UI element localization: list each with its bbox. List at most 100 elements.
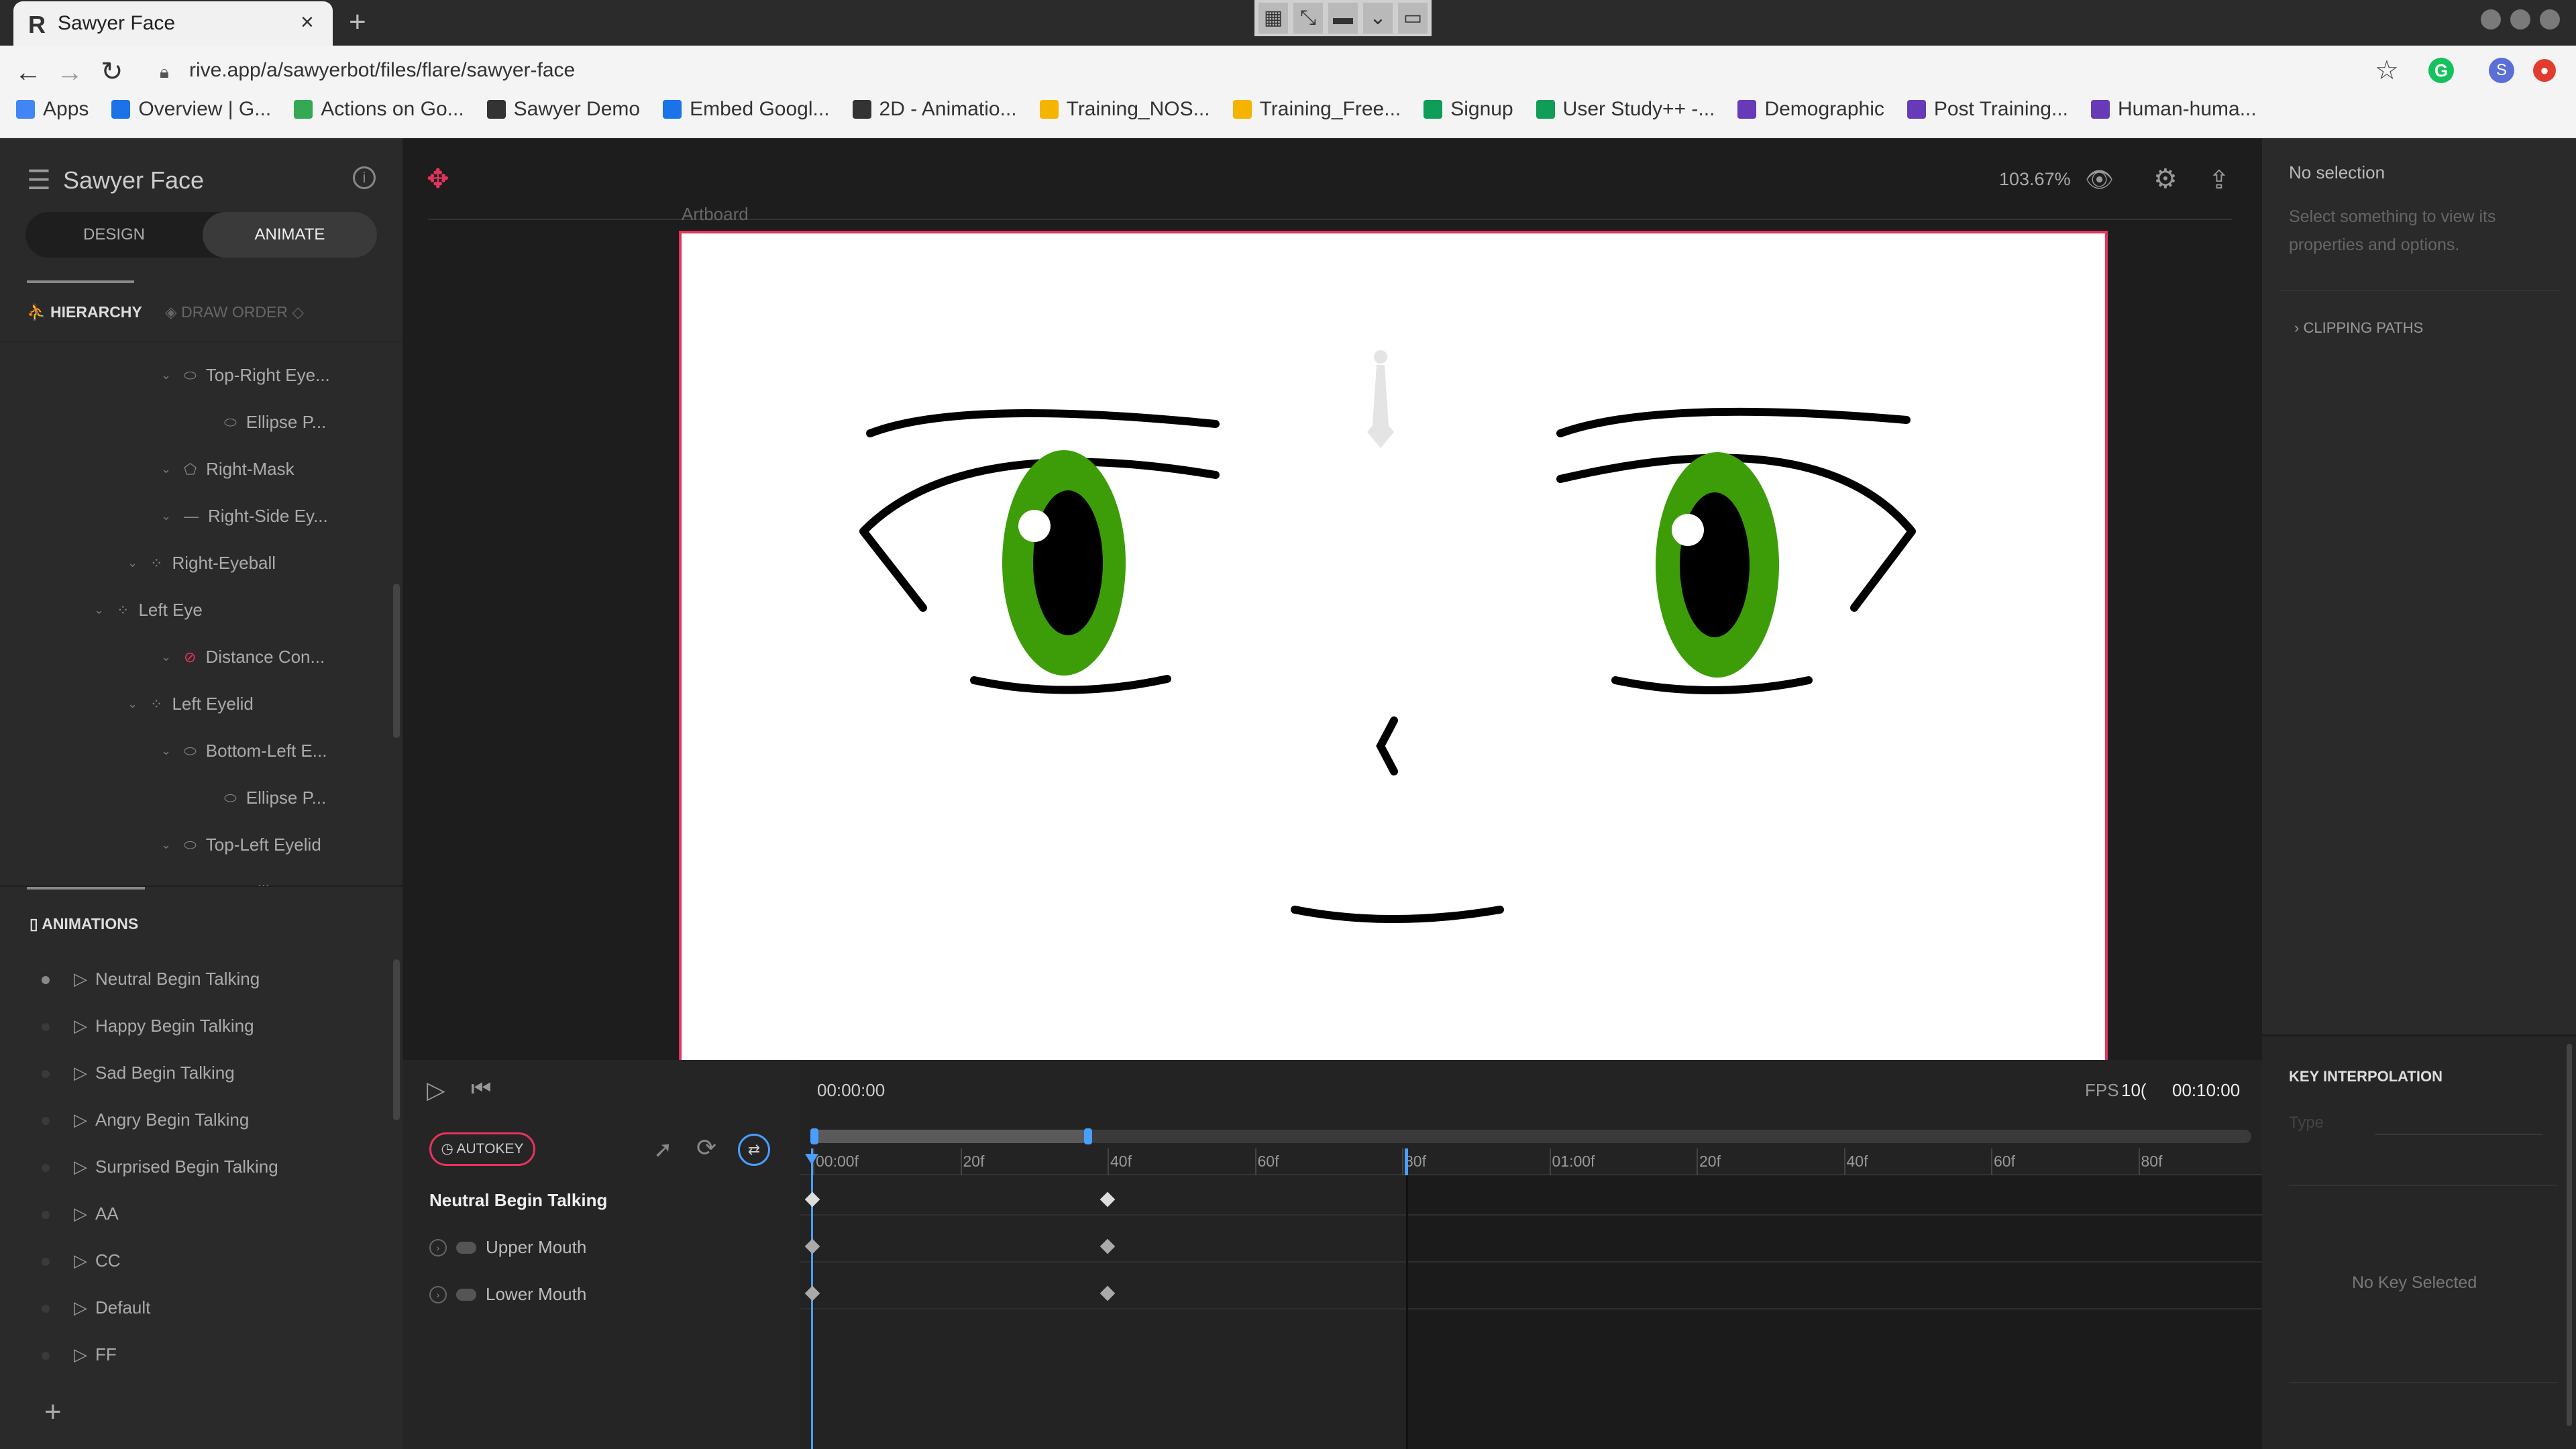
chevron-down-icon[interactable]: ⌄ (94, 603, 107, 617)
hierarchy-item[interactable]: ⌄ ⁘ Left Eyelid (127, 694, 254, 714)
eye-icon[interactable]: 👁︎ (2085, 166, 2114, 193)
animation-item[interactable]: ▷ Default (42, 1297, 150, 1318)
tab-hierarchy[interactable]: ⛹ HIERARCHY (27, 303, 142, 321)
tab-draw-order[interactable]: ◈ DRAW ORDER ◇ (165, 303, 304, 321)
zoom-level[interactable]: 103.67% (1999, 169, 2071, 190)
reload-icon[interactable]: ↻ (101, 56, 123, 87)
animation-item[interactable]: ▷ Surprised Begin Talking (42, 1157, 278, 1177)
animation-item[interactable]: ▷ Neutral Begin Talking (42, 969, 260, 989)
expand-icon[interactable]: › (429, 1238, 447, 1256)
hierarchy-item[interactable]: ⌄ ⬭ Bottom-Left E... (161, 741, 327, 761)
browser-tab[interactable]: R Sawyer Face × (13, 1, 333, 46)
chevron-down-icon[interactable]: ⌄ (161, 509, 174, 523)
new-tab-button[interactable]: + (349, 5, 366, 39)
bookmark-item[interactable]: Post Training... (1907, 98, 2068, 121)
hierarchy-item[interactable]: ⌄ ⁘ Left Eye (94, 600, 203, 621)
minimize-icon[interactable]: ▬ (1328, 3, 1358, 34)
close-tab-icon[interactable]: × (301, 9, 314, 36)
grid-icon[interactable]: ▦ (1258, 3, 1288, 34)
export-icon[interactable]: ⇪ (2208, 165, 2230, 195)
bookmark-item[interactable]: Embed Googl... (663, 98, 830, 121)
hierarchy-item[interactable]: ⬭ Ellipse P... (201, 412, 326, 433)
add-animation-button[interactable]: + (44, 1395, 62, 1429)
playhead-handle[interactable] (805, 1154, 818, 1165)
bookmark-item[interactable]: Signup (1424, 98, 1513, 121)
clipping-paths-section[interactable]: › CLIPPING PATHS (2294, 319, 2423, 337)
chevron-down-icon[interactable]: ⌄ (161, 368, 174, 382)
bookmark-item[interactable]: 2D - Animatio... (852, 98, 1017, 121)
hierarchy-item[interactable]: ⌄ — Right-Side Ey... (161, 506, 328, 527)
maximize-window-button[interactable] (2510, 9, 2530, 30)
bookmark-item[interactable]: Training_NOS... (1039, 98, 1210, 121)
time-ruler[interactable] (800, 1148, 2262, 1175)
hierarchy-item[interactable]: ⌄ ⁘ Right-Eyeball (127, 553, 276, 574)
current-time[interactable]: 00:00:00 (817, 1080, 885, 1101)
animation-item[interactable]: ▷ CC (42, 1250, 121, 1271)
display-icon[interactable]: ▭ (1398, 3, 1428, 34)
bookmark-item[interactable]: Apps (16, 98, 89, 121)
design-mode-button[interactable]: DESIGN (25, 212, 203, 258)
animation-item[interactable]: ▷ Angry Begin Talking (42, 1110, 249, 1130)
work-area-range[interactable] (812, 1130, 1088, 1143)
bookmark-item[interactable]: Overview | G... (111, 98, 271, 121)
chevron-down-icon[interactable]: ⌄ (161, 650, 174, 664)
animation-item[interactable]: ▷ Sad Begin Talking (42, 1063, 235, 1083)
timeline-track[interactable]: › Lower Mouth (429, 1284, 586, 1305)
animation-item[interactable]: ▷ FF (42, 1344, 117, 1365)
bookmark-item[interactable]: Sawyer Demo (486, 98, 640, 121)
timeline-track[interactable]: › Upper Mouth (429, 1237, 586, 1258)
bookmark-item[interactable]: Human-huma... (2090, 98, 2257, 121)
info-icon[interactable]: i (353, 166, 376, 189)
chevron-down-icon[interactable]: ⌄ (1363, 3, 1393, 34)
shrink-icon[interactable]: ⤡ (1293, 3, 1323, 34)
gear-icon[interactable]: ⚙ (2153, 164, 2178, 195)
pingpong-icon[interactable]: ⇄ (738, 1134, 770, 1166)
chevron-down-icon[interactable]: ⌄ (127, 697, 141, 711)
minimize-window-button[interactable] (2481, 9, 2501, 30)
chevron-down-icon[interactable]: ⌄ (161, 838, 174, 852)
bookmark-item[interactable]: User Study++ -... (1536, 98, 1715, 121)
loop-icon[interactable]: ⟳ (696, 1134, 716, 1162)
sawyer-face-drawing[interactable] (679, 231, 2108, 1060)
play-button[interactable]: ▷ (427, 1076, 445, 1104)
work-area-start-handle[interactable] (810, 1128, 818, 1144)
artboard-label[interactable]: Artboard (682, 204, 749, 225)
inspector-scrollbar[interactable] (2567, 1044, 2572, 1426)
hierarchy-item[interactable]: ⌄ ⬠ Right-Mask (161, 459, 294, 480)
move-tool-icon[interactable]: ✥ (427, 164, 449, 195)
duration-input[interactable]: 00:10:00 (2172, 1080, 2240, 1101)
profile-avatar[interactable]: S (2489, 58, 2514, 83)
hierarchy-scrollbar[interactable] (393, 584, 400, 738)
work-area-end-handle[interactable] (1084, 1128, 1092, 1144)
type-select[interactable] (2375, 1134, 2542, 1135)
extension-icon[interactable]: ● (2533, 59, 2556, 82)
animation-item[interactable]: ▷ AA (42, 1203, 119, 1224)
lock-icon[interactable]: 🔒︎ (160, 62, 169, 83)
hierarchy-item[interactable]: ⌄ ⬭ Top-Right Eye... (161, 365, 330, 386)
back-icon[interactable]: ← (15, 58, 42, 88)
animation-item[interactable]: ▷ Happy Begin Talking (42, 1016, 254, 1036)
bookmark-star-icon[interactable]: ☆ (2375, 55, 2399, 86)
bookmark-item[interactable]: Actions on Go... (294, 98, 464, 121)
bookmark-item[interactable]: Training_Free... (1232, 98, 1401, 121)
chevron-down-icon[interactable]: ⌄ (161, 744, 174, 758)
grammarly-extension-icon[interactable]: G (2428, 58, 2454, 83)
expand-icon[interactable]: › (429, 1285, 447, 1303)
autokey-button[interactable]: ◷ AUTOKEY (429, 1132, 535, 1166)
bookmark-item[interactable]: Demographic (1737, 98, 1884, 121)
chevron-down-icon[interactable]: ⌄ (127, 556, 141, 570)
cursor-icon[interactable]: ➚ (653, 1136, 673, 1163)
fps-input[interactable]: 10( (2121, 1080, 2147, 1101)
hierarchy-item[interactable]: ⌄ ⊘ Distance Con... (161, 647, 325, 667)
url-field[interactable]: rive.app/a/sawyerbot/files/flare/sawyer-… (189, 59, 575, 82)
animate-mode-button[interactable]: ANIMATE (203, 212, 377, 258)
hierarchy-item[interactable]: ⌄ ⬭ Top-Left Eyelid (161, 835, 321, 855)
chevron-down-icon[interactable]: ⌄ (161, 462, 174, 476)
duration-end-marker[interactable] (1405, 1148, 1408, 1175)
menu-icon[interactable]: ☰ (27, 165, 51, 196)
close-window-button[interactable] (2540, 9, 2560, 30)
rewind-button[interactable]: ⏮ (471, 1076, 492, 1102)
hierarchy-item[interactable]: ⬭ Ellipse P... (201, 788, 326, 808)
animations-scrollbar[interactable] (393, 959, 400, 1120)
forward-icon[interactable]: → (56, 58, 83, 88)
